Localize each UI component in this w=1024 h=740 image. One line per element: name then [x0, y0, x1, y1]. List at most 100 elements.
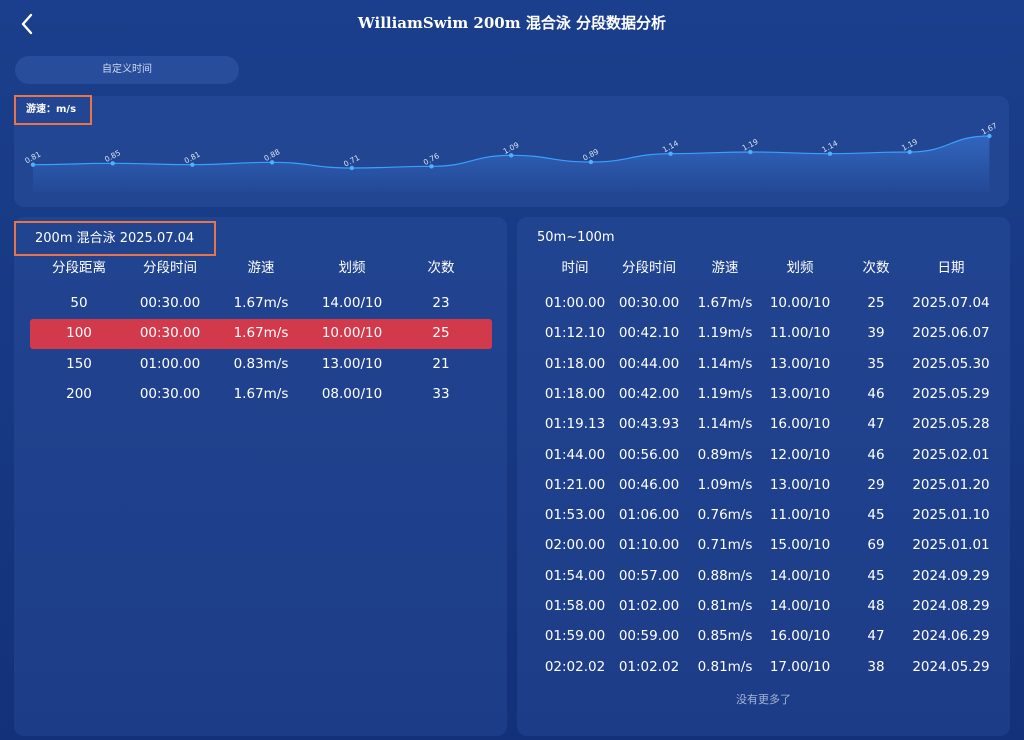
history-cell: 2024.06.29 — [912, 628, 990, 645]
history-cell: 00:42.00 — [618, 385, 680, 402]
history-cell: 00:44.00 — [618, 355, 680, 372]
history-cell: 2025.07.04 — [912, 295, 990, 311]
history-cell: 2024.08.29 — [912, 598, 990, 614]
history-cell: 2025.05.29 — [912, 385, 990, 402]
history-cell: 1.19m/s — [697, 325, 753, 342]
history-cell: 01:19.13 — [544, 416, 606, 433]
history-cell: 48 — [867, 598, 885, 614]
history-cell: 46 — [867, 446, 885, 463]
page-title: WilliamSwim 200m 混合泳 分段数据分析 — [357, 14, 667, 32]
history-row[interactable]: 01:58.00 01:02.00 0.81m/s 14.00/10 48 2024.08… — [0, 591, 1024, 621]
history-cell: 2024.05.29 — [912, 658, 990, 675]
history-cell: 1.09m/s — [697, 476, 753, 493]
history-cell: 12.00/10 — [769, 446, 831, 463]
history-cell: 0.85m/s — [697, 628, 753, 645]
history-cell: 35 — [867, 355, 885, 372]
history-cell: 47 — [867, 416, 885, 433]
history-row[interactable]: 01:54.00 00:57.00 0.88m/s 14.00/10 45 2024.09… — [0, 561, 1024, 591]
history-cell: 游速 — [711, 260, 739, 276]
history-cell: 01:18.00 — [544, 355, 606, 372]
history-cell: 0.76m/s — [697, 507, 753, 524]
history-cell: 1.19m/s — [697, 385, 753, 402]
history-cell: 01:02.00 — [618, 598, 680, 614]
history-cell: 38 — [867, 658, 885, 675]
history-cell: 2024.09.29 — [912, 567, 990, 584]
history-cell: 13.00/10 — [769, 385, 831, 402]
history-row[interactable]: 01:18.00 00:42.00 1.19m/s 13.00/10 46 2025.05… — [0, 379, 1024, 409]
history-row[interactable]: 02:00.00 01:10.00 0.71m/s 15.00/10 69 2025.01… — [0, 530, 1024, 560]
history-row[interactable]: 01:00.00 00:30.00 1.67m/s 10.00/10 25 2025.07… — [0, 288, 1024, 318]
history-cell: 00:43.93 — [618, 416, 680, 433]
history-cell: 0.71m/s — [697, 537, 753, 554]
history-cell: 2025.01.10 — [912, 507, 990, 524]
history-cell: 11.00/10 — [769, 507, 831, 524]
race-title: 200m 混合泳 2025.07.04 — [14, 221, 216, 256]
speed-line-chart: 0.81 0.85 0.81 0.88 0.71 0.761.09 0.891.14 1.19… — [23, 121, 999, 192]
history-cell: 29 — [867, 476, 885, 493]
history-cell: 01:10.00 — [618, 537, 680, 554]
history-row[interactable]: 01:44.00 00:56.00 0.89m/s 12.00/10 46 2025.02… — [0, 440, 1024, 470]
history-cell: 2025.05.30 — [912, 355, 990, 372]
history-cell: 日期 — [937, 260, 965, 276]
history-cell: 02:00.00 — [544, 537, 606, 554]
history-cell: 01:12.10 — [544, 325, 606, 342]
history-cell: 13.00/10 — [769, 355, 831, 372]
history-cell: 01:21.00 — [544, 476, 606, 493]
history-cell: 00:46.00 — [618, 476, 680, 493]
history-cell: 00:42.10 — [618, 325, 680, 342]
history-row[interactable]: 02:02.02 01:02.02 0.81m/s 17.00/10 38 2024.05… — [0, 652, 1024, 682]
history-row[interactable]: 01:19.13 00:43.93 1.14m/s 16.00/10 47 2025.05… — [0, 409, 1024, 439]
history-row[interactable]: 01:59.00 00:59.00 0.85m/s 16.00/10 47 2024.06… — [0, 621, 1024, 651]
history-cell: 1.67m/s — [697, 295, 753, 311]
history-cell: 45 — [867, 567, 885, 584]
history-cell: 45 — [867, 507, 885, 524]
history-cell: 2025.02.01 — [912, 446, 990, 463]
history-row[interactable]: 01:18.00 00:44.00 1.14m/s 13.00/10 35 2025.05… — [0, 349, 1024, 379]
history-cell: 01:02.02 — [618, 658, 680, 675]
history-row[interactable]: 01:53.00 01:06.00 0.76m/s 11.00/10 45 2025.01… — [0, 500, 1024, 530]
history-cell: 39 — [867, 325, 885, 342]
history-cell: 分段时间 — [622, 260, 676, 276]
history-cell: 01:06.00 — [618, 507, 680, 524]
history-cell: 01:53.00 — [544, 507, 606, 524]
history-cell: 01:58.00 — [544, 598, 606, 614]
history-cell: 2025.06.07 — [912, 325, 990, 342]
history-cell: 13.00/10 — [769, 476, 831, 493]
chart-unit-label: 游速：m/s — [14, 95, 92, 125]
history-cell: 2025.05.28 — [912, 416, 990, 433]
history-cell: 2025.01.01 — [912, 537, 990, 554]
history-row[interactable]: 01:12.10 00:42.10 1.19m/s 11.00/10 39 2025.06… — [0, 318, 1024, 348]
history-cell: 16.00/10 — [769, 416, 831, 433]
custom-time-button[interactable]: 自定义时间 — [15, 56, 239, 84]
history-cell: 0.81m/s — [697, 658, 753, 675]
history-cell: 0.89m/s — [697, 446, 753, 463]
history-cell: 17.00/10 — [769, 658, 831, 675]
history-cell: 11.00/10 — [769, 325, 831, 342]
history-cell: 46 — [867, 385, 885, 402]
history-cell: 16.00/10 — [769, 628, 831, 645]
history-cell: 00:30.00 — [618, 295, 680, 311]
history-cell: 47 — [867, 628, 885, 645]
history-cell: 69 — [867, 537, 885, 554]
history-cell: 0.88m/s — [697, 567, 753, 584]
history-cell: 01:54.00 — [544, 567, 606, 584]
history-cell: 00:56.00 — [618, 446, 680, 463]
history-cell: 14.00/10 — [769, 598, 831, 614]
top-bar: WilliamSwim 200m 混合泳 分段数据分析 — [0, 0, 1024, 46]
history-cell: 01:00.00 — [544, 295, 606, 311]
history-cell: 时间 — [561, 260, 589, 276]
history-cell: 01:44.00 — [544, 446, 606, 463]
history-row[interactable]: 01:21.00 00:46.00 1.09m/s 13.00/10 29 2025.01… — [0, 470, 1024, 500]
segment-range-title: 50m~100m — [537, 230, 615, 245]
history-cell: 15.00/10 — [769, 537, 831, 554]
history-header-row: 时间 分段时间 游速 划频 次数 日期 — [0, 253, 1024, 283]
history-cell: 00:57.00 — [618, 567, 680, 584]
history-cell: 0.81m/s — [697, 598, 753, 614]
history-cell: 01:18.00 — [544, 385, 606, 402]
history-cell: 划频 — [786, 260, 814, 276]
history-cell: 14.00/10 — [769, 567, 831, 584]
history-cell: 25 — [867, 295, 885, 311]
history-cell: 02:02.02 — [544, 658, 606, 675]
history-cell: 1.14m/s — [697, 416, 753, 433]
history-cell: 2025.01.20 — [912, 476, 990, 493]
